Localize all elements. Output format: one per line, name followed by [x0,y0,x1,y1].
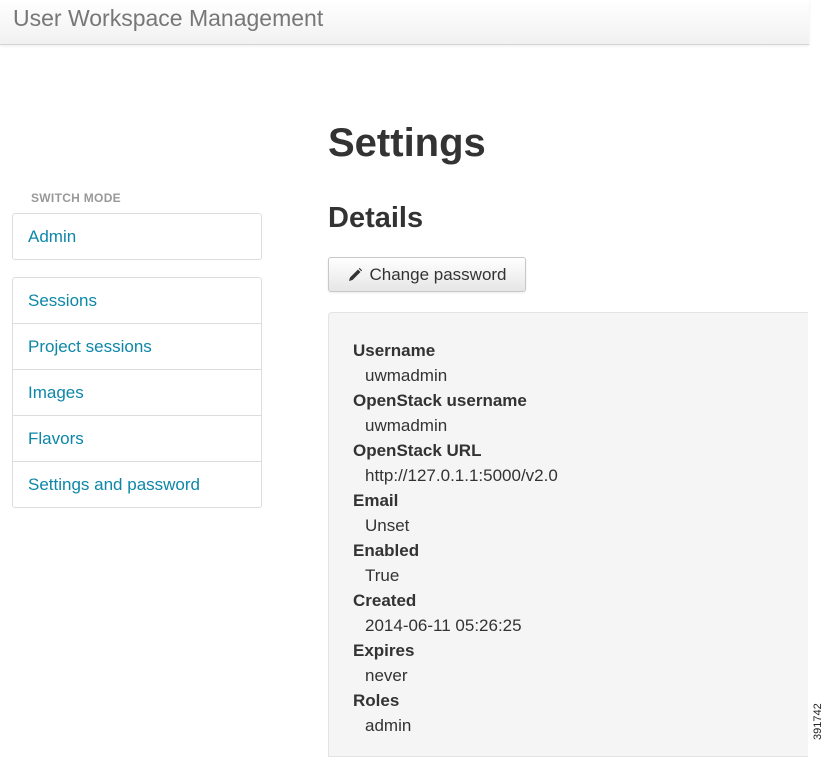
detail-value-enabled: True [365,566,400,585]
sidebar-item-images[interactable]: Images [13,369,261,415]
detail-label-expires: Expires [353,641,415,660]
app-title[interactable]: User Workspace Management [13,5,323,32]
detail-value-roles: admin [365,716,412,735]
detail-value-expires: never [365,666,408,685]
detail-label-username: Username [353,341,436,360]
detail-value-username: uwmadmin [365,366,448,385]
sidebar-item-project-sessions[interactable]: Project sessions [13,323,261,369]
pencil-icon [347,267,363,283]
detail-label-enabled: Enabled [353,541,420,560]
details-heading: Details [328,202,424,234]
detail-value-openstack-url: http://127.0.1.1:5000/v2.0 [365,466,558,485]
figure-id: 391742 [812,703,824,740]
detail-label-openstack-username: OpenStack username [353,391,527,410]
detail-label-email: Email [353,491,399,510]
mode-nav: Admin [12,213,262,260]
change-password-label: Change password [369,264,507,284]
sidebar-item-admin[interactable]: Admin [13,214,261,259]
sidebar-item-flavors[interactable]: Flavors [13,415,261,461]
details-panel: Username uwmadmin OpenStack username uwm… [328,312,808,757]
detail-value-email: Unset [365,516,410,535]
detail-value-created: 2014-06-11 05:26:25 [365,616,522,635]
detail-label-roles: Roles [353,691,400,710]
detail-value-openstack-username: uwmadmin [365,416,448,435]
switch-mode-label: SWITCH MODE [31,191,121,205]
page-title: Settings [328,121,486,165]
detail-label-created: Created [353,591,417,610]
detail-label-openstack-url: OpenStack URL [353,441,482,460]
sidebar-item-sessions[interactable]: Sessions [13,278,261,323]
top-navbar: User Workspace Management [0,0,809,45]
sidebar-nav: Sessions Project sessions Images Flavors… [12,277,262,508]
sidebar-item-settings-and-password[interactable]: Settings and password [13,461,261,507]
change-password-button[interactable]: Change password [328,257,526,292]
details-list: Username uwmadmin OpenStack username uwm… [353,338,558,738]
